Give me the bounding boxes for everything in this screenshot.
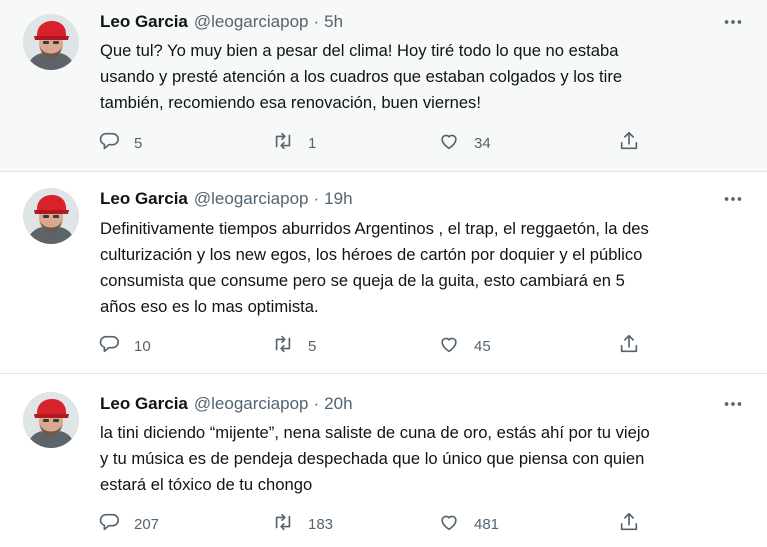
- tweet[interactable]: Leo Garcia @leogarciapop · 19h Definitiv…: [0, 172, 767, 374]
- tweet-timestamp[interactable]: 5h: [324, 12, 343, 32]
- heart-icon: [438, 511, 460, 537]
- like-button[interactable]: 481: [438, 512, 499, 536]
- retweet-count: 183: [308, 515, 334, 533]
- reply-button[interactable]: 10: [98, 334, 151, 358]
- retweet-icon: [272, 511, 294, 537]
- retweet-button[interactable]: 183: [272, 512, 333, 536]
- share-button[interactable]: [618, 131, 640, 155]
- retweet-count: 1: [308, 134, 317, 152]
- avatar[interactable]: [23, 392, 79, 448]
- author-handle[interactable]: @leogarciapop: [194, 12, 309, 32]
- tweet-header: Leo Garcia @leogarciapop · 20h: [100, 392, 747, 416]
- separator: ·: [313, 189, 320, 208]
- tweet-text: Definitivamente tiempos aburridos Argent…: [100, 219, 649, 316]
- more-icon[interactable]: [719, 187, 747, 211]
- avatar[interactable]: [23, 188, 79, 244]
- author-name[interactable]: Leo Garcia: [100, 12, 188, 32]
- reply-icon: [98, 511, 120, 537]
- like-count: 34: [474, 134, 491, 152]
- reply-button[interactable]: 207: [98, 512, 159, 536]
- avatar[interactable]: [23, 14, 79, 70]
- tweet-actions: 207 183 481: [98, 512, 657, 536]
- share-button[interactable]: [618, 512, 640, 536]
- tweet-header: Leo Garcia @leogarciapop · 5h: [100, 10, 747, 34]
- separator: ·: [313, 394, 320, 413]
- reply-count: 5: [134, 134, 143, 152]
- share-icon: [618, 511, 640, 537]
- reply-icon: [98, 130, 120, 156]
- share-icon: [618, 130, 640, 156]
- tweet[interactable]: Leo Garcia @leogarciapop · 5h Que tul? Y…: [0, 0, 767, 172]
- like-button[interactable]: 34: [438, 131, 491, 155]
- retweet-icon: [272, 130, 294, 156]
- separator: ·: [313, 12, 320, 31]
- like-button[interactable]: 45: [438, 334, 491, 358]
- tweet-timestamp[interactable]: 20h: [324, 394, 352, 414]
- like-count: 481: [474, 515, 500, 533]
- more-icon[interactable]: [719, 392, 747, 416]
- tweet-feed: Leo Garcia @leogarciapop · 5h Que tul? Y…: [0, 0, 767, 547]
- tweet-actions: 5 1 34: [98, 131, 657, 155]
- like-count: 45: [474, 337, 491, 355]
- reply-count: 10: [134, 337, 151, 355]
- tweet[interactable]: Leo Garcia @leogarciapop · 20h la tini d…: [0, 374, 767, 547]
- author-name[interactable]: Leo Garcia: [100, 394, 188, 414]
- retweet-button[interactable]: 5: [272, 334, 316, 358]
- share-button[interactable]: [618, 334, 640, 358]
- reply-icon: [98, 333, 120, 359]
- tweet-timestamp[interactable]: 19h: [324, 189, 352, 209]
- reply-button[interactable]: 5: [98, 131, 142, 155]
- tweet-text: la tini diciendo “mijente”, nena saliste…: [100, 423, 650, 494]
- retweet-icon: [272, 333, 294, 359]
- retweet-button[interactable]: 1: [272, 131, 316, 155]
- author-handle[interactable]: @leogarciapop: [194, 394, 309, 414]
- tweet-actions: 10 5 45: [98, 334, 657, 358]
- reply-count: 207: [134, 515, 160, 533]
- heart-icon: [438, 333, 460, 359]
- author-name[interactable]: Leo Garcia: [100, 189, 188, 209]
- more-icon[interactable]: [719, 10, 747, 34]
- tweet-text: Que tul? Yo muy bien a pesar del clima! …: [100, 41, 623, 112]
- author-handle[interactable]: @leogarciapop: [194, 189, 309, 209]
- retweet-count: 5: [308, 337, 317, 355]
- tweet-header: Leo Garcia @leogarciapop · 19h: [100, 187, 747, 211]
- heart-icon: [438, 130, 460, 156]
- share-icon: [618, 333, 640, 359]
